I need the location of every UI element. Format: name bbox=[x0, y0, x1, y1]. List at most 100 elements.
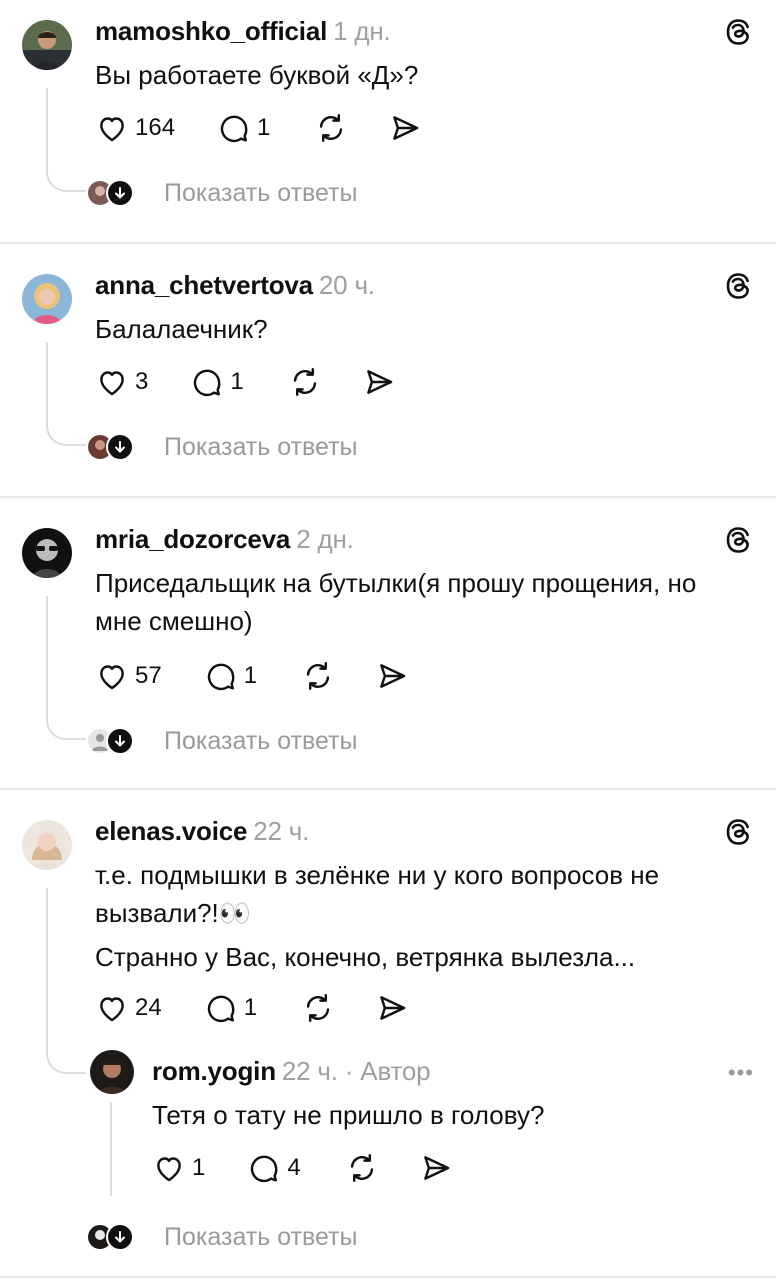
repost-icon bbox=[345, 1151, 379, 1185]
reply-avatar[interactable] bbox=[90, 1050, 134, 1094]
comment-bubble-icon bbox=[190, 365, 224, 399]
post-3: mria_dozorceva 2 дн. Приседальщик на буты… bbox=[0, 498, 776, 788]
repost-button[interactable] bbox=[345, 1148, 379, 1188]
show-replies-label: Показать ответы bbox=[164, 726, 358, 755]
threads-logo-icon[interactable] bbox=[722, 524, 754, 556]
show-replies-label: Показать ответы bbox=[164, 1222, 358, 1251]
post-time: 1 дн. bbox=[333, 16, 391, 46]
repost-icon bbox=[288, 365, 322, 399]
post-4: elenas.voice 22 ч. т.е. подмышки в зелёнк… bbox=[0, 790, 776, 1276]
heart-icon bbox=[95, 111, 129, 145]
action-bar: 164 1 bbox=[95, 108, 422, 148]
comment-button[interactable]: 1 bbox=[217, 108, 270, 148]
show-replies-button[interactable]: Показать ответы bbox=[86, 432, 358, 462]
comment-bubble-icon bbox=[204, 659, 238, 693]
like-button[interactable]: 1 bbox=[152, 1148, 205, 1188]
share-button[interactable] bbox=[419, 1148, 453, 1188]
comment-count: 1 bbox=[243, 662, 258, 689]
share-button[interactable] bbox=[388, 108, 422, 148]
reply-username[interactable]: rom.yogin 22 ч. · Автор bbox=[152, 1056, 431, 1087]
username[interactable]: mria_dozorceva 2 дн. bbox=[95, 524, 354, 555]
send-icon bbox=[388, 111, 422, 145]
comment-count: 1 bbox=[243, 994, 258, 1021]
send-icon bbox=[375, 659, 409, 693]
thread-curve bbox=[46, 170, 86, 192]
divider bbox=[0, 1276, 776, 1278]
repost-button[interactable] bbox=[301, 656, 335, 696]
heart-icon bbox=[95, 659, 129, 693]
repost-button[interactable] bbox=[314, 108, 348, 148]
like-count: 3 bbox=[135, 368, 149, 395]
show-replies-button[interactable]: Показать ответы bbox=[86, 178, 358, 208]
comment-button[interactable]: 1 bbox=[190, 362, 244, 402]
repost-icon bbox=[314, 111, 348, 145]
thread-line bbox=[46, 596, 48, 720]
reply-time: 22 ч. bbox=[281, 1056, 338, 1086]
comment-count: 4 bbox=[287, 1154, 301, 1181]
comment-button[interactable]: 4 bbox=[247, 1148, 301, 1188]
avatar[interactable] bbox=[22, 528, 72, 578]
like-count: 164 bbox=[135, 114, 176, 141]
like-button[interactable]: 24 bbox=[95, 988, 162, 1028]
thread-curve bbox=[46, 718, 86, 740]
heart-icon bbox=[95, 365, 129, 399]
action-bar: 3 1 bbox=[95, 362, 396, 402]
post-text: Приседальщик на бутылки(я прошу прощения… bbox=[95, 568, 697, 636]
comment-count: 1 bbox=[257, 114, 271, 141]
show-replies-button[interactable]: Показать ответы bbox=[86, 1222, 358, 1252]
comment-bubble-icon bbox=[204, 991, 238, 1025]
thread-line bbox=[46, 88, 48, 172]
like-button[interactable]: 164 bbox=[95, 108, 175, 148]
avatar[interactable] bbox=[22, 20, 72, 70]
post-text: т.е. подмышки в зелёнке ни у кого вопрос… bbox=[95, 860, 660, 972]
like-count: 57 bbox=[135, 662, 162, 689]
show-replies-label: Показать ответы bbox=[164, 432, 358, 461]
send-icon bbox=[362, 365, 396, 399]
repost-button[interactable] bbox=[301, 988, 335, 1028]
show-replies-button[interactable]: Показать ответы bbox=[86, 726, 358, 756]
action-bar: 57 1 bbox=[95, 656, 409, 696]
comment-bubble-icon bbox=[217, 111, 251, 145]
share-button[interactable] bbox=[375, 988, 409, 1028]
avatar[interactable] bbox=[22, 820, 72, 870]
comment-button[interactable]: 1 bbox=[204, 656, 257, 696]
share-button[interactable] bbox=[362, 362, 396, 402]
send-icon bbox=[375, 991, 409, 1025]
post-time: 20 ч. bbox=[318, 270, 375, 300]
threads-logo-icon[interactable] bbox=[722, 270, 754, 302]
repost-icon bbox=[301, 659, 335, 693]
more-options-icon[interactable]: ••• bbox=[728, 1060, 754, 1086]
avatar[interactable] bbox=[22, 274, 72, 324]
like-count: 24 bbox=[135, 994, 162, 1021]
comment-bubble-icon bbox=[247, 1151, 281, 1185]
username[interactable]: anna_chetvertova 20 ч. bbox=[95, 270, 375, 301]
share-button[interactable] bbox=[375, 656, 409, 696]
post-text: Вы работаете буквой «Д»? bbox=[95, 60, 419, 90]
reply-thread-line bbox=[110, 1102, 112, 1196]
repost-button[interactable] bbox=[288, 362, 322, 402]
thread-curve bbox=[46, 1052, 86, 1074]
like-button[interactable]: 3 bbox=[95, 362, 148, 402]
comment-count: 1 bbox=[230, 368, 244, 395]
threads-logo-icon[interactable] bbox=[722, 816, 754, 848]
author-badge: · Автор bbox=[344, 1056, 431, 1086]
comment-button[interactable]: 1 bbox=[204, 988, 257, 1028]
post-text: Балалаечник? bbox=[95, 314, 268, 344]
arrow-down-icon bbox=[106, 179, 134, 207]
send-icon bbox=[419, 1151, 453, 1185]
threads-logo-icon[interactable] bbox=[722, 16, 754, 48]
action-bar: 24 1 bbox=[95, 988, 409, 1028]
username[interactable]: elenas.voice 22 ч. bbox=[95, 816, 309, 847]
reply-text: Тетя о тату не пришло в голову? bbox=[152, 1100, 545, 1130]
arrow-down-icon bbox=[106, 433, 134, 461]
post-2: anna_chetvertova 20 ч. Балалаечник? 3 1 П… bbox=[0, 244, 776, 496]
thread-line bbox=[46, 342, 48, 426]
reply-action-bar: 1 4 bbox=[152, 1148, 453, 1188]
arrow-down-icon bbox=[106, 727, 134, 755]
arrow-down-icon bbox=[106, 1223, 134, 1251]
thread-line bbox=[46, 888, 48, 1054]
thread-curve bbox=[46, 424, 86, 446]
heart-icon bbox=[95, 991, 129, 1025]
like-button[interactable]: 57 bbox=[95, 656, 162, 696]
username[interactable]: mamoshko_official 1 дн. bbox=[95, 16, 391, 47]
